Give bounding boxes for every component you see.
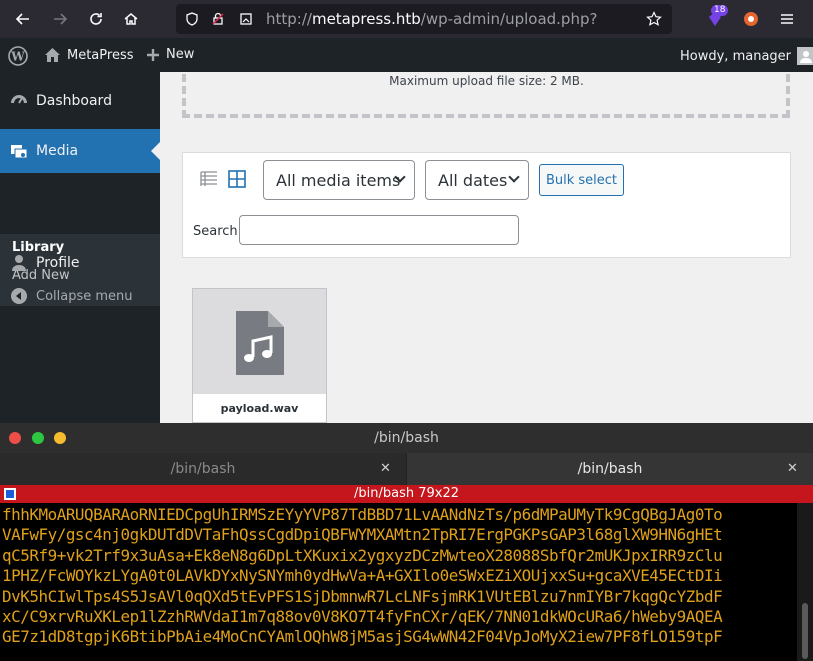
new-content-link[interactable]: New — [146, 47, 194, 62]
foxyproxy-icon[interactable] — [740, 8, 762, 30]
svg-text:W: W — [10, 50, 25, 64]
tab-label: /bin/bash — [577, 461, 643, 477]
active-indicator — [151, 142, 160, 160]
terminal-pane-title: /bin/bash 79x22 — [0, 485, 813, 503]
minimize-window-button[interactable] — [54, 432, 66, 444]
pane-menu-icon[interactable] — [4, 488, 16, 500]
forward-icon[interactable] — [49, 8, 71, 30]
terminal-line: fhhKMoARUQBARAoRNIEDCpgUhIRMSzEYyYVP87Td… — [2, 505, 723, 524]
sidebar-item-media[interactable]: Media — [0, 129, 160, 173]
terminal-tabbar: /bin/bash ✕ /bin/bash ✕ — [0, 453, 813, 485]
terminal-line: DvK5hCIwlTps4S5JsAVl0qQXd5tEvPFS1SjDbmnw… — [2, 586, 723, 606]
terminal-line: xC/C9xrvRuXKLep1lZzhRWVdaI1m7q88ov0V8KO7… — [2, 607, 723, 627]
url-bar[interactable]: http://metapress.htb/wp-admin/upload.php… — [176, 4, 672, 34]
tracking-protection-icon[interactable] — [184, 11, 200, 27]
list-view-icon[interactable] — [199, 169, 219, 193]
terminal-window: /bin/bash /bin/bash ✕ /bin/bash ✕ /bin/b… — [0, 423, 813, 661]
close-window-button[interactable] — [9, 432, 21, 444]
avatar — [797, 47, 813, 65]
terminal-line: 1PHZ/FcWOYkzLYgA0t0LAVkDYxNySNYmh0ydHwVa… — [2, 566, 723, 586]
media-library-content: Maximum upload file size: 2 MB. All medi… — [160, 72, 813, 423]
sidebar-item-label: Collapse menu — [36, 288, 133, 304]
dashboard-icon — [9, 91, 29, 111]
home-icon[interactable] — [120, 8, 142, 30]
home-icon — [45, 48, 60, 62]
terminal-title: /bin/bash — [374, 430, 439, 446]
bookmark-star-icon[interactable] — [646, 11, 662, 27]
terminal-tab-1[interactable]: /bin/bash ✕ — [0, 453, 406, 485]
plus-icon — [147, 48, 159, 61]
chevron-down-icon — [508, 171, 520, 183]
media-type-filter-value: All media items — [276, 171, 401, 190]
new-label: New — [166, 47, 195, 62]
collapse-menu-button[interactable]: Collapse menu — [0, 274, 160, 318]
sidebar-item-dashboard[interactable]: Dashboard — [0, 79, 160, 123]
admin-sidebar: Dashboard Media Library Add New Profile … — [0, 72, 160, 423]
site-name-link[interactable]: MetaPress — [44, 47, 134, 63]
menu-icon[interactable] — [776, 8, 798, 30]
back-icon[interactable] — [12, 8, 34, 30]
terminal-scrollbar[interactable] — [797, 503, 813, 661]
wp-admin-bar: W MetaPress New Howdy, manager — [0, 38, 813, 72]
media-toolbar: All media items All dates Bulk select Se… — [182, 152, 791, 258]
grid-view-icon[interactable] — [227, 169, 247, 193]
search-input[interactable] — [239, 215, 519, 245]
terminal-line: qC5Rf9+vk2Trf9x3uAsa+Ek8eN8g6DpLtXKuxix2… — [2, 545, 723, 565]
user-icon — [9, 253, 29, 273]
terminal-line: VAFwFy/gsc4nj0gkDUTdDVTaFhQssCgdDpiQBFWY… — [2, 525, 723, 545]
sidebar-item-label: Profile — [36, 255, 80, 271]
collapse-icon — [9, 286, 29, 306]
terminal-titlebar: /bin/bash — [0, 423, 813, 453]
max-upload-size: Maximum upload file size: 2 MB. — [389, 74, 584, 88]
reload-icon[interactable] — [85, 8, 107, 30]
date-filter-value: All dates — [438, 171, 508, 190]
maximize-window-button[interactable] — [32, 432, 44, 444]
terminal-tab-2[interactable]: /bin/bash ✕ — [407, 453, 813, 485]
url-text: http://metapress.htb/wp-admin/upload.php… — [266, 10, 598, 28]
tab-label: /bin/bash — [170, 461, 236, 477]
page-icon — [238, 11, 254, 27]
date-filter[interactable]: All dates — [425, 160, 529, 200]
terminal-line: GE7z1dD8tgpjK6BtibPbAie4MoCnCYAmlOQhW8jM… — [2, 627, 723, 647]
insecure-lock-icon[interactable] — [210, 11, 226, 27]
attachment-tile[interactable]: payload.wav — [192, 288, 327, 423]
audio-file-icon — [236, 311, 284, 375]
terminal-output[interactable]: fhhKMoARUQBARAoRNIEDCpgUhIRMSzEYyYVP87Td… — [0, 503, 797, 661]
close-tab-icon[interactable]: ✕ — [787, 461, 798, 476]
scrollbar-thumb[interactable] — [802, 603, 808, 659]
close-tab-icon[interactable]: ✕ — [380, 461, 391, 476]
account-link[interactable]: Howdy, manager — [680, 47, 813, 65]
bulk-select-button[interactable]: Bulk select — [539, 164, 624, 196]
search-label: Search — [193, 224, 238, 239]
howdy-text: Howdy, manager — [680, 48, 792, 64]
pane-title-text: /bin/bash 79x22 — [353, 486, 459, 501]
extension-badge: 18 — [711, 5, 729, 16]
sidebar-item-label: Dashboard — [36, 93, 112, 109]
wordpress-logo-icon[interactable]: W — [8, 46, 28, 66]
sidebar-item-label: Media — [36, 143, 79, 159]
attachment-filename: payload.wav — [193, 394, 326, 422]
browser-toolbar: http://metapress.htb/wp-admin/upload.php… — [0, 0, 813, 38]
media-type-filter[interactable]: All media items — [263, 160, 415, 200]
media-icon — [9, 141, 29, 161]
site-name: MetaPress — [67, 47, 134, 63]
